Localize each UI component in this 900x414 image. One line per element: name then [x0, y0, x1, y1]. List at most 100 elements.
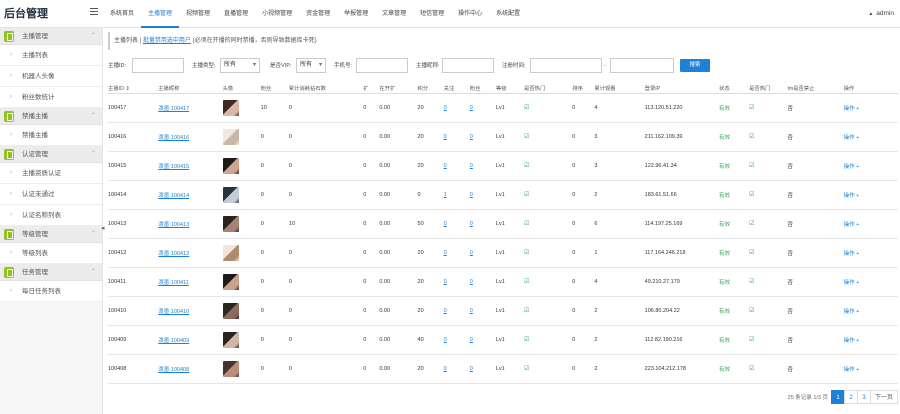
- operation-button[interactable]: 操作 +: [844, 193, 860, 199]
- operation-button[interactable]: 操作 +: [844, 251, 860, 257]
- operation-button[interactable]: 操作 +: [844, 309, 860, 315]
- nickname-label: 主播昵称:: [416, 63, 440, 69]
- nickname-link[interactable]: 泼墨:100416: [158, 135, 189, 141]
- page-button[interactable]: 3: [857, 389, 871, 404]
- top-nav-tab[interactable]: 短信管理: [413, 0, 451, 28]
- follow-link[interactable]: 0: [444, 221, 447, 227]
- table-row: 100413 泼墨:100413 0 10 0 0.00 50 0 0 Lv1 ☑ 0 6 114.197…: [108, 209, 898, 239]
- sidebar-item[interactable]: › 主播列表: [0, 45, 102, 66]
- cell-im: 否: [787, 267, 844, 297]
- fans-link[interactable]: 0: [470, 192, 473, 198]
- next-page-button[interactable]: 下一页: [870, 389, 898, 404]
- fans-link[interactable]: 0: [470, 134, 473, 140]
- top-nav-tab[interactable]: 文章管理: [375, 0, 413, 28]
- caret-up-icon: ▲: [868, 11, 874, 17]
- nickname-link[interactable]: 泼墨:100409: [158, 338, 189, 344]
- top-nav-tab[interactable]: 直播管理: [217, 0, 255, 28]
- nickname-input[interactable]: [442, 58, 494, 73]
- user-menu[interactable]: ▲ admin: [868, 0, 894, 28]
- sidebar-item[interactable]: › 认证名称列表: [0, 205, 102, 226]
- sidebar-item[interactable]: › 每日任务列表: [0, 281, 102, 302]
- follow-link[interactable]: 0: [444, 308, 447, 314]
- page-button[interactable]: 1: [831, 389, 845, 404]
- pagination-info: 25 条记录 1/3 页: [787, 394, 828, 401]
- sidebar-item[interactable]: › 认证未通过: [0, 184, 102, 205]
- fans-link[interactable]: 0: [470, 105, 473, 111]
- cell-score: 40: [417, 325, 444, 355]
- page-button[interactable]: 2: [844, 389, 858, 404]
- sidebar-group[interactable]: 等级管理 ⌃: [0, 226, 102, 243]
- follow-link[interactable]: 0: [444, 250, 447, 256]
- sidebar-item[interactable]: › 禁播主播: [0, 125, 102, 146]
- search-button[interactable]: 搜索: [680, 59, 710, 72]
- top-nav-tab[interactable]: 小视频管理: [255, 0, 299, 28]
- operation-button[interactable]: 操作 +: [844, 106, 860, 112]
- fans-link[interactable]: 0: [470, 366, 473, 372]
- top-nav-tab[interactable]: 举报管理: [337, 0, 375, 28]
- fans-link[interactable]: 0: [470, 250, 473, 256]
- nickname-link[interactable]: 泼墨:100417: [158, 106, 189, 112]
- sidebar-item-label: 主播列表: [22, 52, 48, 59]
- follow-link[interactable]: 0: [444, 134, 447, 140]
- operation-button[interactable]: 操作 +: [844, 367, 860, 373]
- top-nav-tab[interactable]: 系统首页: [103, 0, 141, 28]
- fans-link[interactable]: 0: [470, 337, 473, 343]
- cell-sort: 0: [572, 180, 595, 210]
- menu-toggle-icon[interactable]: [90, 8, 98, 16]
- reg-end-input[interactable]: [610, 58, 674, 73]
- avatar: [222, 128, 239, 145]
- fans-link[interactable]: 0: [470, 163, 473, 169]
- sidebar-group[interactable]: 主播管理 ⌃: [0, 28, 102, 45]
- top-nav-tab[interactable]: 系统配置: [489, 0, 527, 28]
- top-nav-tab[interactable]: 视频管理: [179, 0, 217, 28]
- follow-link[interactable]: 0: [444, 337, 447, 343]
- avatar: [222, 331, 239, 348]
- follow-link[interactable]: 0: [444, 163, 447, 169]
- operation-button[interactable]: 操作 +: [844, 164, 860, 170]
- column-header[interactable]: 主播ID ⇕: [108, 83, 159, 94]
- phone-label: 手机号:: [334, 63, 353, 69]
- table-row: 100408 泼墨:100408 0 0 0 0.00 20 0 0 Lv1 ☑ 0 2 223.104.…: [108, 354, 898, 384]
- cell-a: 0: [363, 325, 380, 355]
- follow-link[interactable]: 0: [444, 366, 447, 372]
- batch-disable-link[interactable]: 批量禁用选中用户: [143, 38, 191, 44]
- anchor-type-select[interactable]: 所有: [220, 58, 260, 73]
- cell-sort: 0: [572, 267, 595, 297]
- nickname-link[interactable]: 泼墨:100410: [158, 309, 189, 315]
- nickname-link[interactable]: 泼墨:100412: [158, 251, 189, 257]
- operation-button[interactable]: 操作 +: [844, 222, 860, 228]
- vip-select[interactable]: 所有: [296, 58, 326, 73]
- avatar: [222, 186, 239, 203]
- follow-link[interactable]: 1: [444, 192, 447, 198]
- nickname-link[interactable]: 泼墨:100415: [158, 164, 189, 170]
- fans-link[interactable]: 0: [470, 221, 473, 227]
- sidebar-group[interactable]: 任务管理 ⌃: [0, 264, 102, 281]
- reg-start-input[interactable]: [530, 58, 602, 73]
- follow-link[interactable]: 0: [444, 279, 447, 285]
- nickname-link[interactable]: 泼墨:100414: [158, 193, 189, 199]
- fans-link[interactable]: 0: [470, 279, 473, 285]
- sidebar-item[interactable]: › 粉丝数统计: [0, 87, 102, 108]
- collapse-sidebar-icon[interactable]: ◂: [101, 224, 107, 234]
- top-nav-tab[interactable]: 操作中心: [451, 0, 489, 28]
- anchor-id-input[interactable]: [132, 58, 184, 73]
- sidebar-item[interactable]: › 机器人头像: [0, 66, 102, 87]
- nickname-link[interactable]: 泼墨:100408: [158, 367, 189, 373]
- sidebar-item[interactable]: › 等级列表: [0, 243, 102, 264]
- top-nav-tab[interactable]: 资金管理: [299, 0, 337, 28]
- nickname-link[interactable]: 泼墨:100411: [158, 280, 188, 286]
- sidebar-item[interactable]: › 主播资质认证: [0, 163, 102, 184]
- operation-button[interactable]: 操作 +: [844, 280, 860, 286]
- operation-button[interactable]: 操作 +: [844, 135, 860, 141]
- sidebar-group[interactable]: 禁播主播 ⌃: [0, 108, 102, 125]
- fans-link[interactable]: 0: [470, 308, 473, 314]
- column-header: 等级: [495, 83, 525, 94]
- top-nav-tab[interactable]: 主播管理: [141, 0, 180, 28]
- chevron-up-icon: ⌃: [90, 33, 96, 39]
- follow-link[interactable]: 0: [444, 105, 447, 111]
- phone-input[interactable]: [356, 58, 408, 73]
- operation-button[interactable]: 操作 +: [844, 338, 860, 344]
- nickname-link[interactable]: 泼墨:100413: [158, 222, 189, 228]
- sidebar-group[interactable]: 认证管理 ⌃: [0, 146, 102, 163]
- main-content: 主播列表 | 批量禁用选中用户 (必须在开播的同时禁播，否则导致数据库卡死) 主…: [108, 28, 900, 414]
